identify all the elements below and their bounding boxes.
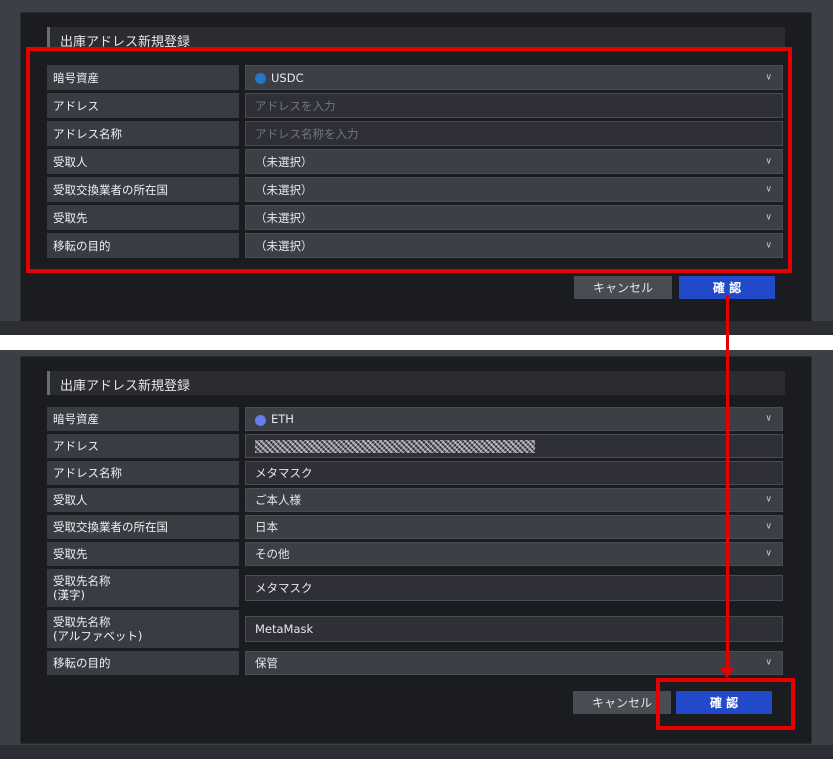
eth-coin-icon bbox=[255, 414, 266, 426]
background-toolbar bbox=[0, 321, 833, 335]
background-toolbar bbox=[0, 745, 833, 759]
field-label: 移転の目的 bbox=[47, 651, 239, 675]
destination-name-kanji-input[interactable]: メタマスク bbox=[245, 575, 783, 601]
form-row-destination-name-kanji: 受取先名称 (漢字) メタマスク bbox=[47, 569, 783, 607]
field-label: 暗号資産 bbox=[47, 407, 239, 431]
field-label: 受取先名称 (アルファベット) bbox=[47, 610, 239, 648]
form-row-asset: 暗号資産 ETH ∨ bbox=[47, 407, 783, 431]
dialog-title: 出庫アドレス新規登録 bbox=[60, 379, 191, 394]
field-label: 受取交換業者の所在国 bbox=[47, 515, 239, 539]
recipient-select[interactable]: ご本人様 ∨ bbox=[245, 488, 783, 512]
chevron-down-icon: ∨ bbox=[765, 548, 772, 559]
field-label: 受取人 bbox=[47, 488, 239, 512]
highlight-confirm-box bbox=[656, 678, 795, 730]
form-row-address: アドレス bbox=[47, 434, 783, 458]
form-row-exchange-country: 受取交換業者の所在国 日本 ∨ bbox=[47, 515, 783, 539]
destination-select[interactable]: その他 ∨ bbox=[245, 542, 783, 566]
field-label: 受取先 bbox=[47, 542, 239, 566]
cancel-button[interactable]: キャンセル bbox=[574, 276, 672, 299]
arrow-down-icon bbox=[720, 668, 734, 678]
address-input[interactable] bbox=[245, 434, 783, 458]
highlight-form-box bbox=[26, 47, 792, 273]
form-row-address-name: アドレス名称 メタマスク bbox=[47, 461, 783, 485]
address-name-input[interactable]: メタマスク bbox=[245, 461, 783, 485]
form-row-destination-name-alpha: 受取先名称 (アルファベット) MetaMask bbox=[47, 610, 783, 648]
asset-select[interactable]: ETH ∨ bbox=[245, 407, 783, 431]
destination-name-alpha-input[interactable]: MetaMask bbox=[245, 616, 783, 642]
background-page-text bbox=[0, 0, 833, 10]
form-row-recipient: 受取人 ご本人様 ∨ bbox=[47, 488, 783, 512]
asset-value: ETH bbox=[271, 412, 294, 426]
chevron-down-icon: ∨ bbox=[765, 494, 772, 505]
chevron-down-icon: ∨ bbox=[765, 657, 772, 668]
form-row-destination: 受取先 その他 ∨ bbox=[47, 542, 783, 566]
exchange-country-value: 日本 bbox=[255, 520, 278, 534]
dialog-header: 出庫アドレス新規登録 bbox=[47, 371, 785, 395]
address-form: 暗号資産 ETH ∨ アドレス アドレス名称 メタマスク 受取人 ご本人様 ∨ … bbox=[47, 407, 783, 678]
field-label: アドレス名称 bbox=[47, 461, 239, 485]
destination-value: その他 bbox=[255, 547, 290, 561]
purpose-select[interactable]: 保管 ∨ bbox=[245, 651, 783, 675]
chevron-down-icon: ∨ bbox=[765, 521, 772, 532]
field-label: 受取先名称 (漢字) bbox=[47, 569, 239, 607]
purpose-value: 保管 bbox=[255, 656, 278, 670]
exchange-country-select[interactable]: 日本 ∨ bbox=[245, 515, 783, 539]
field-label: アドレス bbox=[47, 434, 239, 458]
chevron-down-icon: ∨ bbox=[765, 413, 772, 424]
recipient-value: ご本人様 bbox=[255, 493, 301, 507]
form-row-purpose: 移転の目的 保管 ∨ bbox=[47, 651, 783, 675]
redacted-address bbox=[255, 439, 535, 453]
highlight-connector-line bbox=[726, 296, 729, 669]
